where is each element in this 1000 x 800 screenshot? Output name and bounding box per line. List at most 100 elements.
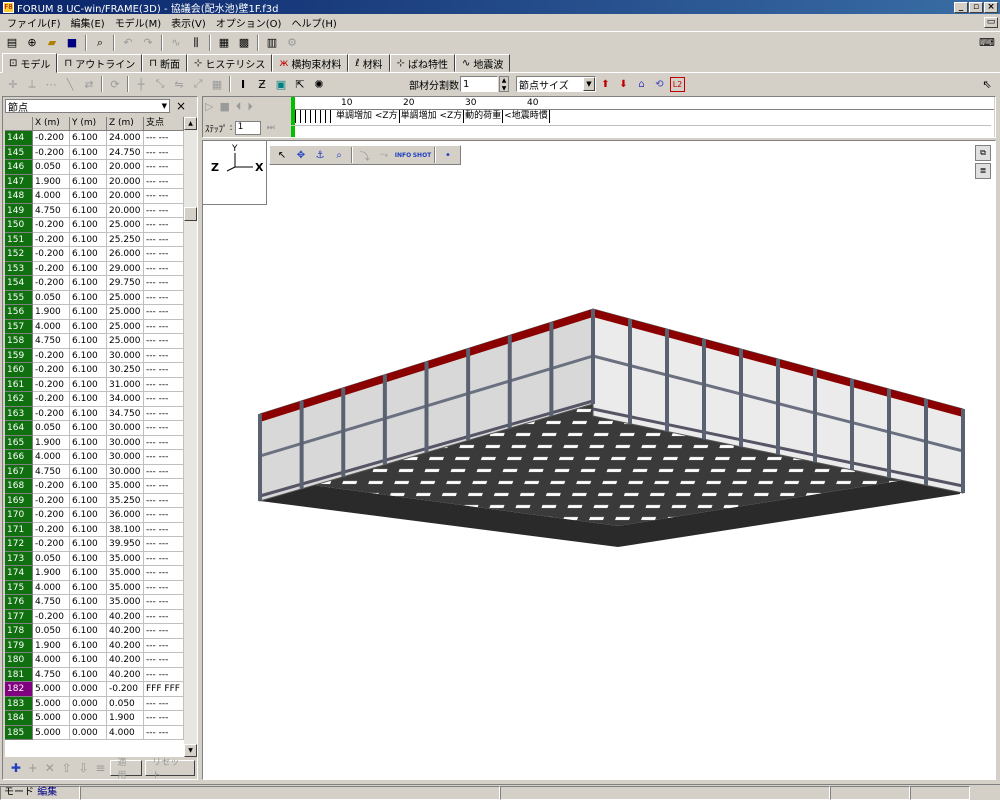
print-preview-icon[interactable]: ⌕: [91, 34, 109, 52]
cell-support[interactable]: --- ---: [144, 421, 184, 436]
table-row[interactable]: 144 -0.200 6.100 24.000 --- ---: [5, 131, 184, 146]
cell-y[interactable]: 6.100: [70, 290, 107, 305]
cell-x[interactable]: 4.750: [33, 334, 70, 349]
menu-options[interactable]: オプション(O): [211, 15, 287, 30]
cell-y[interactable]: 6.100: [70, 595, 107, 610]
menu-edit[interactable]: 編集(E): [66, 15, 110, 30]
tab-material[interactable]: ℓ 材料: [348, 54, 390, 72]
table-row[interactable]: 167 4.750 6.100 30.000 --- ---: [5, 464, 184, 479]
table-row[interactable]: 169 -0.200 6.100 35.250 --- ---: [5, 493, 184, 508]
cell-x[interactable]: 0.050: [33, 421, 70, 436]
table-row[interactable]: 175 4.000 6.100 35.000 --- ---: [5, 580, 184, 595]
table-row[interactable]: 157 4.000 6.100 25.000 --- ---: [5, 319, 184, 334]
case-label[interactable]: 動的荷重: [464, 110, 504, 123]
cell-support[interactable]: --- ---: [144, 305, 184, 320]
cell-support[interactable]: --- ---: [144, 218, 184, 233]
cell-y[interactable]: 0.000: [70, 725, 107, 740]
cell-support[interactable]: --- ---: [144, 406, 184, 421]
cell-y[interactable]: 6.100: [70, 261, 107, 276]
cell-support[interactable]: --- ---: [144, 348, 184, 363]
table-icon[interactable]: ▦: [208, 75, 226, 93]
display-up-icon[interactable]: ⬆: [598, 77, 613, 92]
cell-x[interactable]: 4.000: [33, 319, 70, 334]
cell-y[interactable]: 0.000: [70, 682, 107, 697]
menu-help[interactable]: ヘルプ(H): [286, 15, 341, 30]
table-row[interactable]: 181 4.750 6.100 40.200 --- ---: [5, 667, 184, 682]
stop-icon[interactable]: ■: [219, 100, 229, 114]
cell-support[interactable]: --- ---: [144, 725, 184, 740]
cell-z[interactable]: 20.000: [107, 189, 144, 204]
table-row[interactable]: 182 5.000 0.000 -0.200 FFF FFF: [5, 682, 184, 697]
cell-x[interactable]: -0.200: [33, 247, 70, 262]
apply-button[interactable]: 適用: [110, 758, 143, 781]
table-row[interactable]: 159 -0.200 6.100 30.000 --- ---: [5, 348, 184, 363]
cell-x[interactable]: 4.750: [33, 595, 70, 610]
cell-x[interactable]: 1.900: [33, 305, 70, 320]
tab-wave[interactable]: ∿ 地震波: [454, 54, 511, 72]
table-row[interactable]: 183 5.000 0.000 0.050 --- ---: [5, 696, 184, 711]
undo-icon[interactable]: ↶: [119, 34, 137, 52]
display-select[interactable]: 節点サイズ ▼: [516, 76, 596, 92]
redo-icon[interactable]: ↷: [139, 34, 157, 52]
table-row[interactable]: 145 -0.200 6.100 24.750 --- ---: [5, 145, 184, 160]
cell-support[interactable]: --- ---: [144, 392, 184, 407]
step-input[interactable]: 1: [234, 121, 261, 135]
cell-z[interactable]: 30.250: [107, 363, 144, 378]
table-row[interactable]: 153 -0.200 6.100 29.000 --- ---: [5, 261, 184, 276]
cell-x[interactable]: 4.000: [33, 450, 70, 465]
cell-z[interactable]: 25.000: [107, 334, 144, 349]
refresh-icon[interactable]: ⟲: [652, 77, 667, 92]
cell-x[interactable]: 4.750: [33, 667, 70, 682]
table-row[interactable]: 184 5.000 0.000 1.900 --- ---: [5, 711, 184, 726]
report-icon[interactable]: ▩: [235, 34, 253, 52]
case-label[interactable]: <地震時慣: [503, 110, 550, 123]
delete-row-icon[interactable]: ✕: [43, 761, 57, 775]
table-row[interactable]: 164 0.050 6.100 30.000 --- ---: [5, 421, 184, 436]
table-row[interactable]: 147 1.900 6.100 20.000 --- ---: [5, 174, 184, 189]
cell-y[interactable]: 6.100: [70, 580, 107, 595]
cell-y[interactable]: 6.100: [70, 377, 107, 392]
move-down-icon[interactable]: ⇩: [77, 761, 91, 775]
cell-y[interactable]: 6.100: [70, 493, 107, 508]
tab-section[interactable]: ⊓ 断面: [142, 54, 188, 72]
header-z[interactable]: Z (m): [107, 117, 144, 131]
table-scrollbar[interactable]: ▲ ▼: [184, 117, 197, 757]
cell-support[interactable]: --- ---: [144, 624, 184, 639]
cell-x[interactable]: 1.900: [33, 174, 70, 189]
cell-x[interactable]: 5.000: [33, 682, 70, 697]
cell-z[interactable]: -0.200: [107, 682, 144, 697]
cell-y[interactable]: 6.100: [70, 464, 107, 479]
gear-small-icon[interactable]: ✺: [310, 75, 328, 93]
cell-z[interactable]: 38.100: [107, 522, 144, 537]
cell-support[interactable]: --- ---: [144, 203, 184, 218]
cell-x[interactable]: 0.050: [33, 551, 70, 566]
cell-z[interactable]: 26.000: [107, 247, 144, 262]
table-row[interactable]: 161 -0.200 6.100 31.000 --- ---: [5, 377, 184, 392]
cell-z[interactable]: 29.750: [107, 276, 144, 291]
cell-z[interactable]: 40.200: [107, 667, 144, 682]
cell-support[interactable]: --- ---: [144, 319, 184, 334]
cell-x[interactable]: -0.200: [33, 406, 70, 421]
panel-close-icon[interactable]: ×: [170, 99, 192, 113]
cell-support[interactable]: --- ---: [144, 537, 184, 552]
cell-x[interactable]: 5.000: [33, 711, 70, 726]
new-plus-icon[interactable]: ⊕: [23, 34, 41, 52]
header-x[interactable]: X (m): [33, 117, 70, 131]
cell-y[interactable]: 6.100: [70, 609, 107, 624]
cell-support[interactable]: FFF FFF: [144, 682, 184, 697]
cell-x[interactable]: 5.000: [33, 725, 70, 740]
line-icon[interactable]: ╲: [61, 75, 79, 93]
cell-y[interactable]: 6.100: [70, 667, 107, 682]
cell-x[interactable]: -0.200: [33, 609, 70, 624]
picture-icon[interactable]: ▣: [272, 75, 290, 93]
diag-icon[interactable]: ⤡: [151, 75, 169, 93]
cell-x[interactable]: -0.200: [33, 508, 70, 523]
display-down-icon[interactable]: ⬇: [616, 77, 631, 92]
cell-y[interactable]: 6.100: [70, 160, 107, 175]
cell-z[interactable]: 40.200: [107, 624, 144, 639]
cell-y[interactable]: 6.100: [70, 319, 107, 334]
cell-support[interactable]: --- ---: [144, 667, 184, 682]
scroll-thumb[interactable]: [184, 207, 197, 221]
cell-z[interactable]: 35.250: [107, 493, 144, 508]
table-row[interactable]: 176 4.750 6.100 35.000 --- ---: [5, 595, 184, 610]
